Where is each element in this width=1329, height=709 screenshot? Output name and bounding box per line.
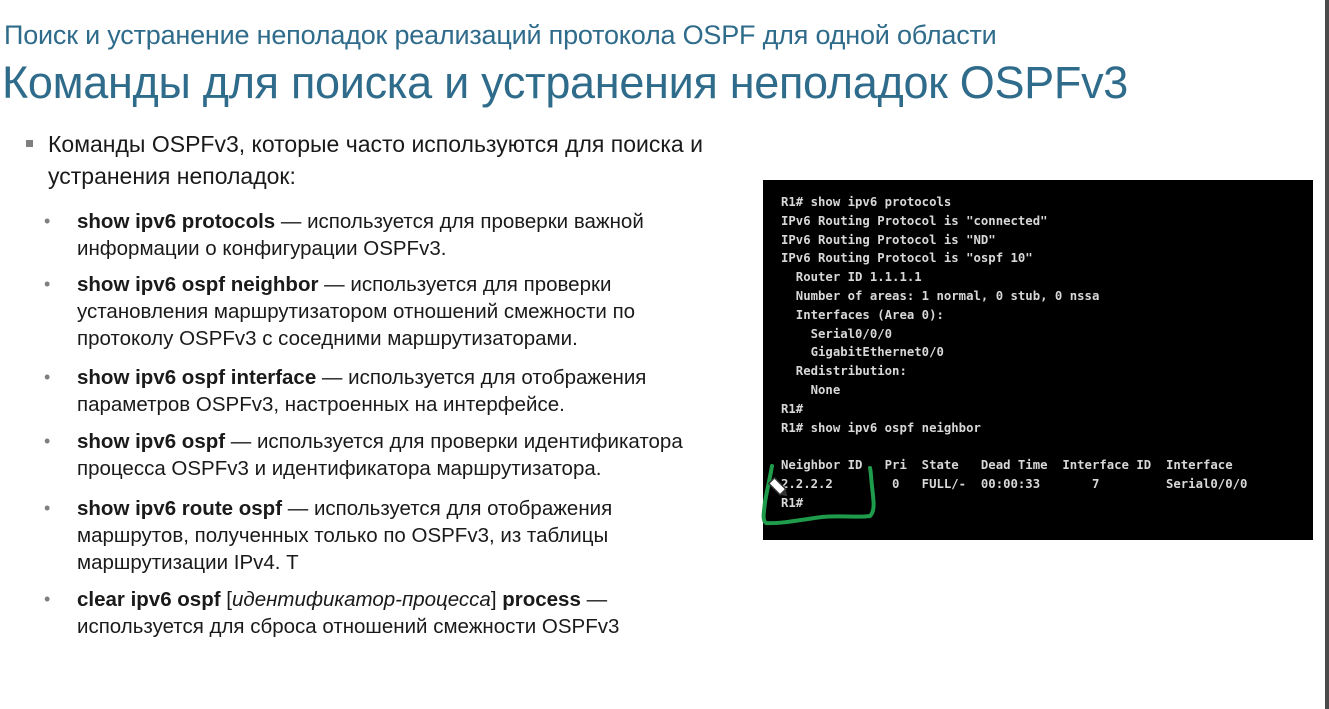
command-keyword: process [502, 588, 581, 611]
terminal-line: R1# show ipv6 ospf neighbor [781, 420, 981, 435]
terminal-line: Redistribution: [781, 364, 907, 379]
command-name: show ipv6 ospf neighbor [77, 273, 319, 296]
bullet-dot-icon: • [44, 589, 51, 609]
terminal-line: IPv6 Routing Protocol is "connected" [781, 213, 1048, 228]
command-description: используется для сброса отношений смежно… [77, 615, 620, 638]
terminal-line: IPv6 Routing Protocol is "ND" [781, 232, 996, 247]
list-item: • show ipv6 route ospf — используется дл… [44, 495, 724, 576]
terminal-line: Number of areas: 1 normal, 0 stub, 0 nss… [781, 288, 1100, 303]
terminal-line: None [781, 382, 841, 397]
command-list: • show ipv6 protocols — используется для… [44, 208, 724, 640]
square-bullet-icon [26, 140, 33, 147]
slide-subtitle: Поиск и устранение неполадок реализаций … [4, 20, 997, 50]
command-name: clear ipv6 ospf [77, 588, 221, 611]
list-item: • show ipv6 ospf neighbor — используется… [44, 271, 724, 352]
dash: — [316, 366, 349, 389]
dash: — [275, 210, 308, 233]
terminal-line: GigabitEthernet0/0 [781, 345, 944, 360]
command-name: show ipv6 ospf [77, 430, 226, 453]
command-parameter: идентификатор-процесса [231, 588, 491, 611]
command-name: show ipv6 ospf interface [77, 366, 317, 389]
terminal-line: Neighbor ID Pri State Dead Time Interfac… [781, 458, 1233, 473]
intro-bullet: Команды OSPFv3, которые часто используют… [26, 128, 726, 192]
terminal-line: 2.2.2.2 0 FULL/- 00:00:33 7 Serial0/0/0 [781, 476, 1248, 491]
intro-text: Команды OSPFv3, которые часто используют… [48, 131, 703, 189]
command-name: show ipv6 protocols [77, 210, 276, 233]
bullet-dot-icon: • [44, 498, 51, 518]
dash: — [225, 430, 257, 453]
terminal-line: Interfaces (Area 0): [781, 307, 944, 322]
terminal-line: R1# [781, 401, 804, 416]
list-item: • show ipv6 ospf interface — используетс… [44, 364, 724, 418]
list-item: • show ipv6 ospf — используется для пров… [44, 428, 724, 482]
dash: — [282, 497, 314, 520]
slide-right-border [1325, 0, 1329, 709]
terminal-text: R1# show ipv6 protocols IPv6 Routing Pro… [781, 193, 1247, 513]
bracket-close: ] [490, 588, 503, 611]
dash: — [318, 273, 351, 296]
dash: — [580, 588, 608, 611]
bullet-dot-icon: • [44, 367, 51, 387]
slide-title: Команды для поиска и устранения неполадо… [2, 57, 1129, 108]
list-item: • show ipv6 protocols — используется для… [44, 208, 724, 262]
terminal-output: R1# show ipv6 protocols IPv6 Routing Pro… [763, 180, 1313, 540]
terminal-line: R1# show ipv6 protocols [781, 195, 952, 209]
bullet-dot-icon: • [44, 211, 51, 231]
bullet-dot-icon: • [44, 431, 51, 451]
terminal-line: IPv6 Routing Protocol is "ospf 10" [781, 251, 1033, 266]
list-item: • clear ipv6 ospf [идентификатор-процесс… [44, 586, 724, 640]
bullet-dot-icon: • [44, 274, 51, 294]
terminal-line: Router ID 1.1.1.1 [781, 270, 922, 285]
terminal-line: Serial0/0/0 [781, 326, 893, 341]
command-name: show ipv6 route ospf [77, 497, 283, 520]
terminal-line: R1# [781, 495, 804, 510]
bracket-open: [ [220, 588, 232, 611]
